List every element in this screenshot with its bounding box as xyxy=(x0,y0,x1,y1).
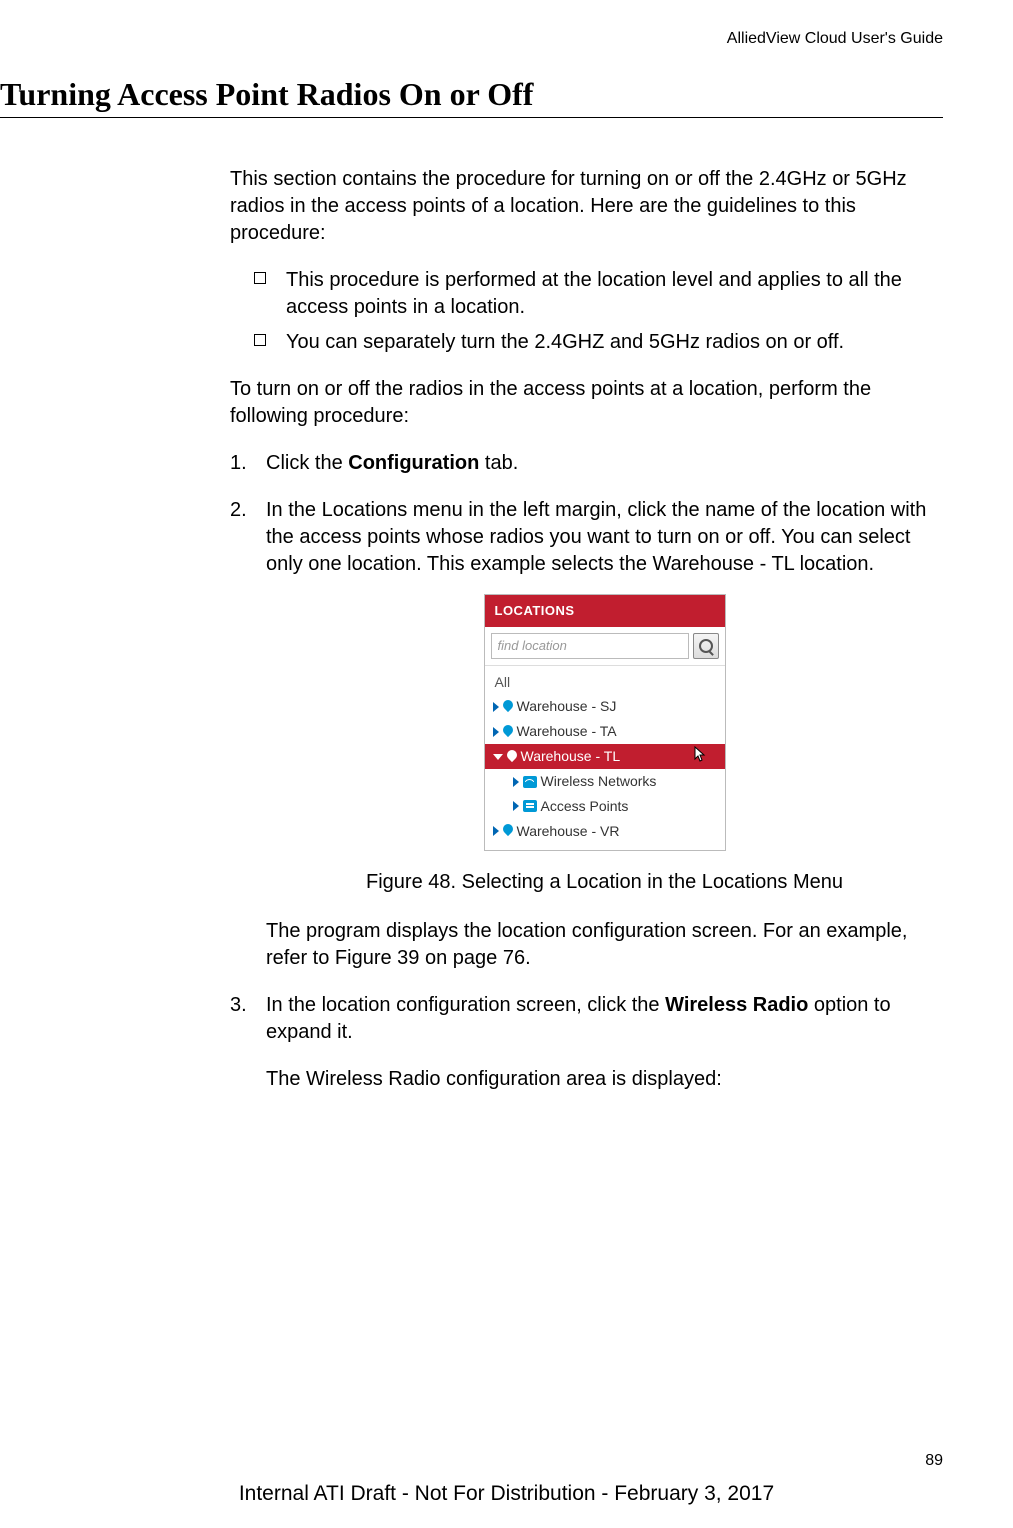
location-sub-access-points[interactable]: Access Points xyxy=(485,794,725,819)
collapse-icon xyxy=(493,754,503,760)
step-2: 2. In the Locations menu in the left mar… xyxy=(230,497,943,972)
location-sub-wireless-networks[interactable]: Wireless Networks xyxy=(485,769,725,794)
doc-header: AlliedView Cloud User's Guide xyxy=(0,30,943,48)
step-bold: Wireless Radio xyxy=(665,994,808,1016)
location-label: Warehouse - TL xyxy=(521,747,621,766)
location-label: Warehouse - VR xyxy=(517,822,620,841)
lead-paragraph: To turn on or off the radios in the acce… xyxy=(230,376,943,430)
step-text: Click the Configuration tab. xyxy=(266,452,518,474)
expand-icon xyxy=(493,826,499,836)
expand-icon xyxy=(493,702,499,712)
step-pre: In the location configuration screen, cl… xyxy=(266,994,665,1016)
location-item-ta[interactable]: Warehouse - TA xyxy=(485,719,725,744)
guideline-list: This procedure is performed at the locat… xyxy=(230,267,943,356)
find-location-input[interactable]: find location xyxy=(491,633,689,659)
search-button[interactable] xyxy=(693,633,719,659)
step-number: 2. xyxy=(230,497,247,524)
location-item-sj[interactable]: Warehouse - SJ xyxy=(485,694,725,719)
search-icon xyxy=(699,639,713,653)
locations-panel-header: LOCATIONS xyxy=(485,595,725,627)
guideline-text: You can separately turn the 2.4GHZ and 5… xyxy=(286,331,844,353)
step-bold: Configuration xyxy=(348,452,479,474)
cursor-icon xyxy=(693,746,707,764)
footer-text: Internal ATI Draft - Not For Distributio… xyxy=(0,1482,1013,1506)
locations-list: All Warehouse - SJ Warehouse - TA xyxy=(485,666,725,850)
step-number: 3. xyxy=(230,992,247,1019)
step-text: In the location configuration screen, cl… xyxy=(266,994,891,1043)
step-1: 1. Click the Configuration tab. xyxy=(230,450,943,477)
intro-paragraph: This section contains the procedure for … xyxy=(230,166,943,247)
procedure-list: 1. Click the Configuration tab. 2. In th… xyxy=(230,450,943,1093)
guideline-text: This procedure is performed at the locat… xyxy=(286,269,902,318)
after-step3-text: The Wireless Radio configuration area is… xyxy=(266,1066,943,1093)
expand-icon xyxy=(513,801,519,811)
step-3: 3. In the location configuration screen,… xyxy=(230,992,943,1093)
wifi-icon xyxy=(523,776,537,788)
pin-icon xyxy=(503,725,513,739)
location-item-tl-selected[interactable]: Warehouse - TL xyxy=(485,744,725,769)
section-rule xyxy=(0,117,943,118)
step-post: tab. xyxy=(479,452,518,474)
pin-icon xyxy=(507,750,517,764)
figure-48: LOCATIONS find location All xyxy=(266,594,943,851)
pin-icon xyxy=(503,700,513,714)
figure-caption: Figure 48. Selecting a Location in the L… xyxy=(266,869,943,896)
locations-search-row: find location xyxy=(485,627,725,666)
location-label: Access Points xyxy=(541,797,629,816)
after-figure-text: The program displays the location config… xyxy=(266,918,943,972)
expand-icon xyxy=(513,777,519,787)
locations-all[interactable]: All xyxy=(485,670,725,695)
section-title: Turning Access Point Radios On or Off xyxy=(0,76,943,113)
location-label: Wireless Networks xyxy=(541,772,657,791)
location-label: Warehouse - TA xyxy=(517,722,617,741)
pin-icon xyxy=(503,824,513,838)
locations-panel: LOCATIONS find location All xyxy=(484,594,726,851)
guideline-item: This procedure is performed at the locat… xyxy=(230,267,943,321)
bullet-icon xyxy=(254,272,266,284)
step-text: In the Locations menu in the left margin… xyxy=(266,499,926,575)
location-item-vr[interactable]: Warehouse - VR xyxy=(485,819,725,844)
guideline-item: You can separately turn the 2.4GHZ and 5… xyxy=(230,329,943,356)
expand-icon xyxy=(493,727,499,737)
bullet-icon xyxy=(254,334,266,346)
page-number: 89 xyxy=(925,1452,943,1470)
step-pre: Click the xyxy=(266,452,348,474)
location-label: Warehouse - SJ xyxy=(517,697,617,716)
access-point-icon xyxy=(523,800,537,812)
step-number: 1. xyxy=(230,450,247,477)
